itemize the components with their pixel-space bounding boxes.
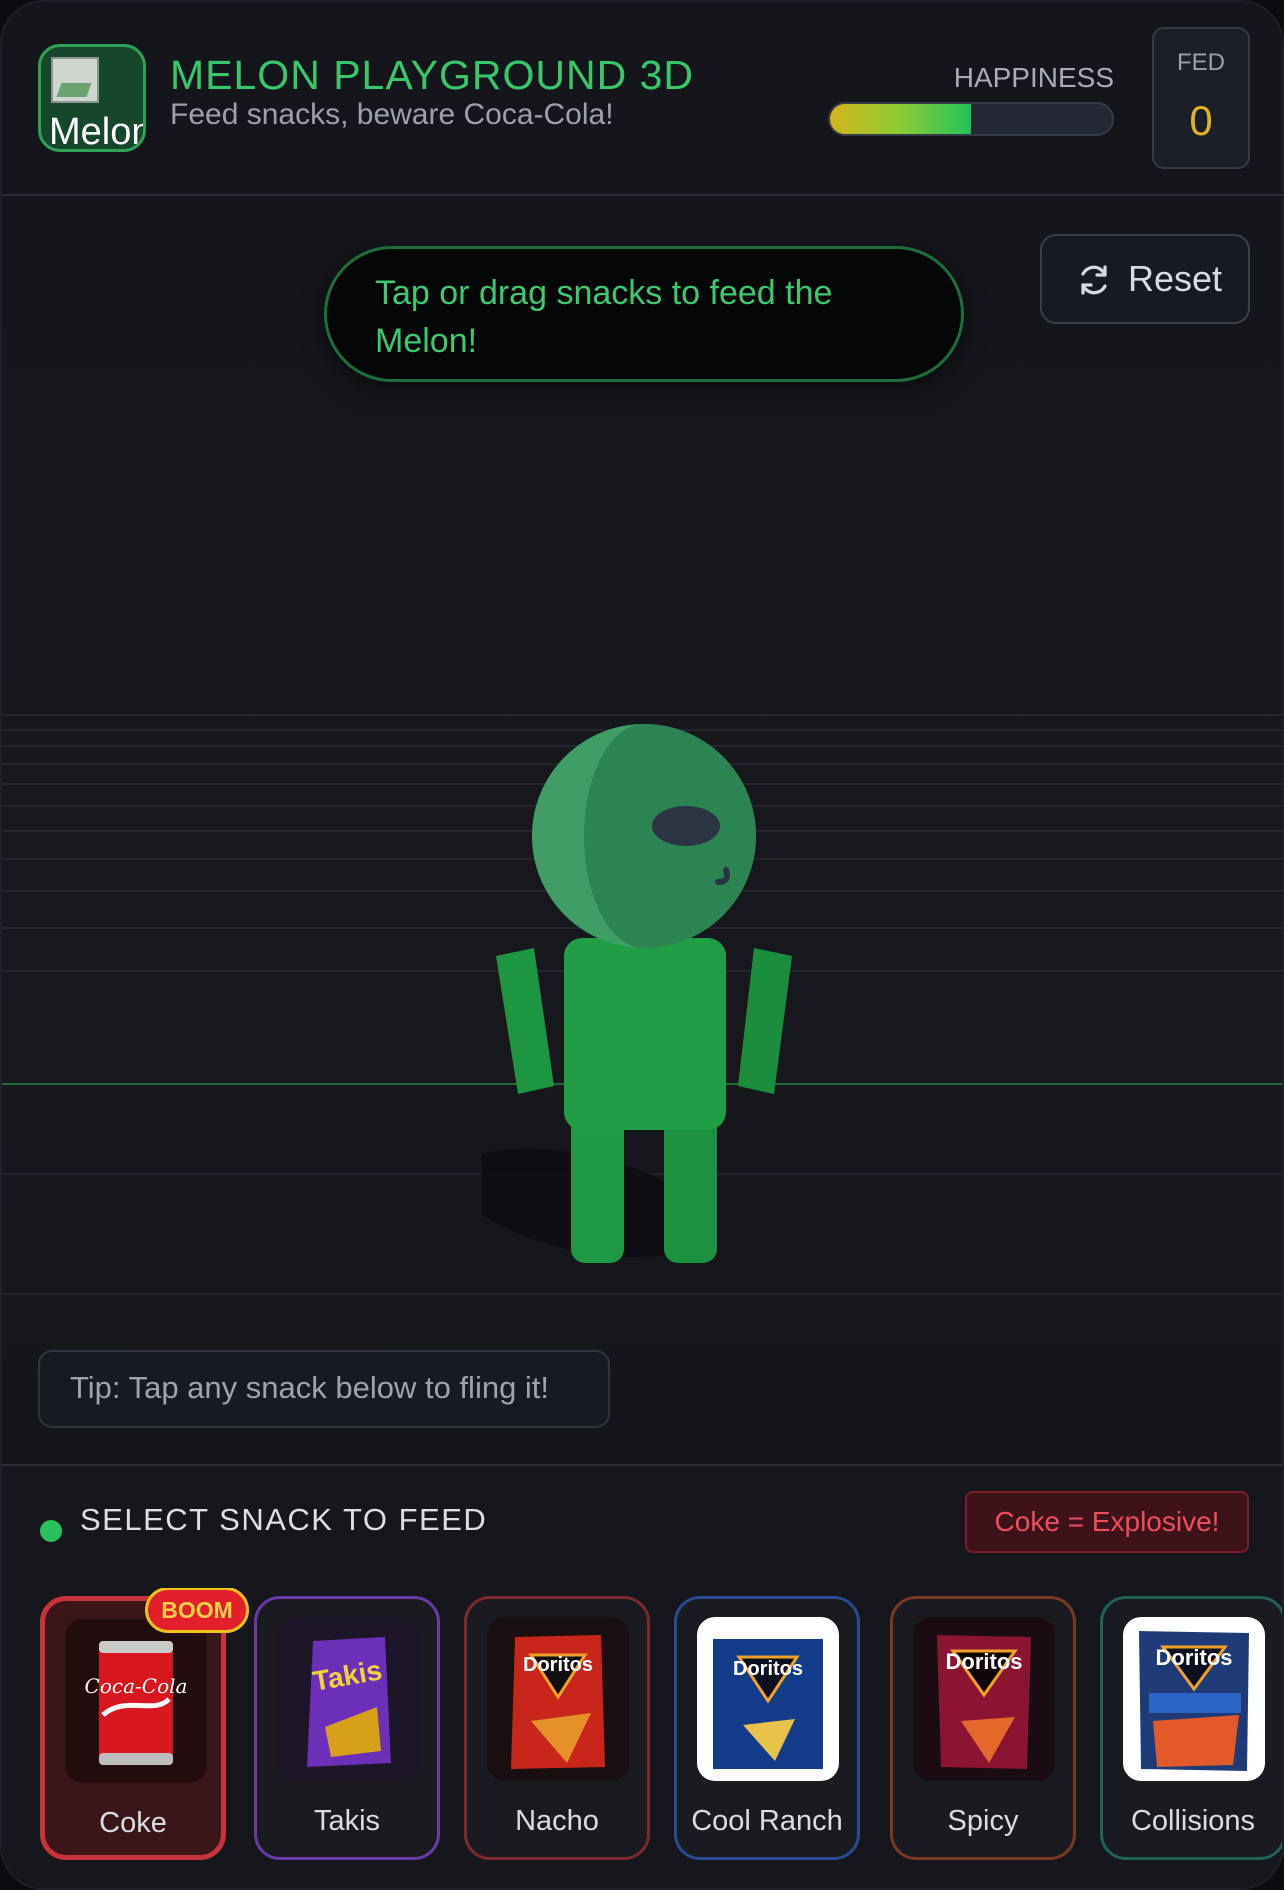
snack-name: Collisions xyxy=(1130,1805,1256,1837)
snack-card-spicy[interactable]: Doritos Spicy xyxy=(890,1596,1076,1860)
snack-tray: SELECT SNACK TO FEED Coke = Explosive! C… xyxy=(2,1464,1282,1888)
snack-thumb: Doritos xyxy=(913,1617,1055,1781)
snack-thumb: Coca-Cola xyxy=(65,1619,207,1783)
fed-value: 0 xyxy=(1189,97,1213,144)
snack-name: Cool Ranch xyxy=(691,1805,843,1837)
takis-bag-icon: Takis xyxy=(307,1637,391,1767)
reset-label: Reset xyxy=(1128,258,1223,299)
happiness-bar xyxy=(828,102,1114,136)
snack-name: Coke xyxy=(99,1807,167,1839)
game-scene[interactable]: Tap or drag snacks to feed the Melon! Re… xyxy=(2,198,1282,1462)
refresh-icon xyxy=(1081,265,1107,295)
cool-ranch-doritos-bag-icon: Doritos xyxy=(713,1639,823,1769)
snack-card-collisions[interactable]: Doritos Collisions xyxy=(1100,1596,1282,1860)
snack-thumb: Doritos xyxy=(487,1617,629,1781)
coke-can-logo-text: Coca-Cola xyxy=(85,1674,188,1698)
melon-character[interactable] xyxy=(482,568,812,1288)
happiness-label: HAPPINESS xyxy=(953,62,1114,93)
broken-image-icon xyxy=(51,57,99,103)
snack-list[interactable]: Coca-Cola Coke BOOM Takis Takis Doritos … xyxy=(38,1588,1282,1860)
fed-label: FED xyxy=(1177,49,1225,76)
melon-head xyxy=(532,724,756,948)
snack-card-nacho[interactable]: Doritos Nacho xyxy=(464,1596,650,1860)
snack-name: Nacho xyxy=(515,1805,599,1837)
status-dot-icon xyxy=(40,1520,62,1542)
snack-thumb: Doritos xyxy=(1123,1617,1265,1781)
collisions-doritos-bag-icon: Doritos xyxy=(1139,1631,1249,1771)
nacho-logo-text: Doritos xyxy=(523,1654,593,1676)
game-frame: Melon MELON PLAYGROUND 3D Feed snacks, b… xyxy=(0,0,1284,1890)
instruction-banner: Tap or drag snacks to feed the Melon! xyxy=(324,246,964,382)
snack-card-cool-ranch[interactable]: Doritos Cool Ranch xyxy=(674,1596,860,1860)
snack-card-takis[interactable]: Takis Takis xyxy=(254,1596,440,1860)
fed-counter: FED 0 xyxy=(1152,27,1250,169)
coke-warning-badge: Coke = Explosive! xyxy=(965,1491,1249,1553)
reset-button[interactable]: Reset xyxy=(1040,234,1250,324)
header: Melon MELON PLAYGROUND 3D Feed snacks, b… xyxy=(2,2,1282,196)
cool-ranch-logo-text: Doritos xyxy=(733,1658,803,1680)
snack-thumb: Doritos xyxy=(697,1617,839,1781)
spicy-doritos-bag-icon: Doritos xyxy=(937,1635,1031,1769)
snack-thumb: Takis xyxy=(277,1617,419,1781)
app-subtitle: Feed snacks, beware Coca-Cola! xyxy=(170,98,614,131)
tip-box: Tip: Tap any snack below to fling it! xyxy=(38,1350,610,1428)
spicy-logo-text: Doritos xyxy=(946,1649,1023,1674)
tray-title: SELECT SNACK TO FEED xyxy=(80,1502,488,1537)
app-icon-alt-text: Melon xyxy=(49,111,146,152)
coke-can-icon: Coca-Cola xyxy=(85,1641,188,1765)
snack-card-coke[interactable]: Coca-Cola Coke BOOM xyxy=(40,1588,249,1860)
snack-name: Spicy xyxy=(947,1805,1019,1837)
app-icon: Melon xyxy=(38,44,146,152)
nacho-doritos-bag-icon: Doritos xyxy=(511,1635,605,1769)
snack-name: Takis xyxy=(313,1805,381,1837)
boom-badge: BOOM xyxy=(145,1588,249,1633)
app-title: MELON PLAYGROUND 3D xyxy=(170,52,695,98)
happiness-bar-fill xyxy=(830,104,971,134)
collisions-logo-text: Doritos xyxy=(1156,1645,1233,1670)
